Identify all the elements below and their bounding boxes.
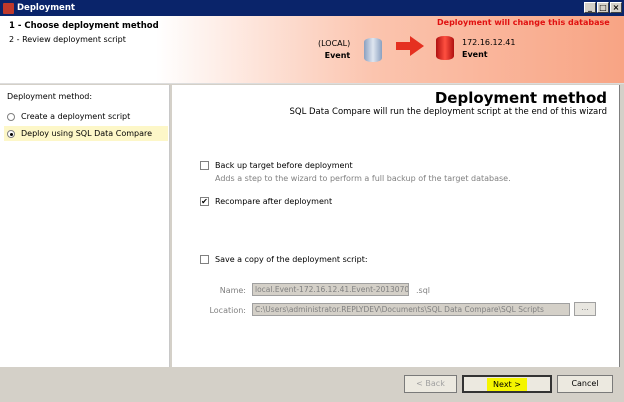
back-button[interactable]: < Back [404, 375, 457, 393]
next-label: Next > [487, 378, 527, 391]
checkbox-icon[interactable] [200, 255, 209, 264]
name-extension: .sql [416, 286, 431, 295]
page-title: Deployment method [434, 89, 607, 107]
target-db-name: Event [462, 50, 488, 59]
checkmark-icon[interactable]: ✔ [200, 197, 209, 206]
radio-label: Deploy using SQL Data Compare [21, 129, 153, 138]
source-database: (LOCAL) Event [318, 38, 350, 62]
save-copy-checkbox[interactable]: Save a copy of the deployment script: [200, 255, 368, 264]
warning-text: Deployment will change this database [437, 18, 610, 27]
step-next: 2 - Review deployment script [9, 35, 126, 44]
name-input[interactable]: local.Event-172.16.12.41.Event-20130707-… [252, 283, 409, 296]
cancel-button[interactable]: Cancel [557, 375, 613, 393]
window-title: Deployment [17, 3, 75, 13]
page-subtitle: SQL Data Compare will run the deployment… [289, 107, 607, 117]
footer: < Back Next > Cancel [0, 368, 624, 402]
minimize-button[interactable]: _ [584, 2, 596, 13]
app-icon [3, 2, 14, 14]
checkbox-label: Save a copy of the deployment script: [215, 255, 368, 264]
radio-create-script[interactable]: Create a deployment script [4, 109, 168, 124]
checkbox-label: Recompare after deployment [215, 197, 333, 206]
radio-label: Create a deployment script [21, 112, 131, 121]
checkbox-icon[interactable] [200, 161, 209, 170]
source-database-icon [364, 38, 382, 62]
browse-button[interactable]: ... [574, 302, 596, 316]
recompare-checkbox[interactable]: ✔ Recompare after deployment [200, 197, 332, 206]
next-button[interactable]: Next > [462, 375, 552, 393]
main-panel: Deployment method SQL Data Compare will … [172, 85, 620, 367]
source-server: (LOCAL) [318, 39, 351, 48]
wizard-header: 1 - Choose deployment method 2 - Review … [0, 16, 624, 84]
location-label: Location: [209, 306, 246, 315]
radio-icon[interactable] [7, 129, 15, 138]
method-panel: Deployment method: Create a deployment s… [0, 85, 170, 367]
backup-hint: Adds a step to the wizard to perform a f… [215, 174, 511, 183]
target-database: 172.16.12.41 Event [462, 37, 515, 61]
title-bar: Deployment _ □ × [0, 0, 624, 16]
radio-deploy-sql-compare[interactable]: Deploy using SQL Data Compare [4, 126, 168, 141]
maximize-button[interactable]: □ [597, 2, 609, 13]
method-label: Deployment method: [7, 92, 93, 101]
step-current: 1 - Choose deployment method [9, 21, 159, 31]
close-button[interactable]: × [610, 2, 622, 13]
backup-checkbox[interactable]: Back up target before deployment [200, 161, 353, 170]
target-server: 172.16.12.41 [462, 38, 516, 47]
checkbox-label: Back up target before deployment [215, 161, 353, 170]
source-db-name: Event [324, 51, 351, 60]
location-input[interactable]: C:\Users\administrator.REPLYDEV\Document… [252, 303, 570, 316]
radio-icon[interactable] [7, 112, 15, 121]
name-label: Name: [219, 286, 246, 295]
target-database-icon [436, 36, 454, 60]
